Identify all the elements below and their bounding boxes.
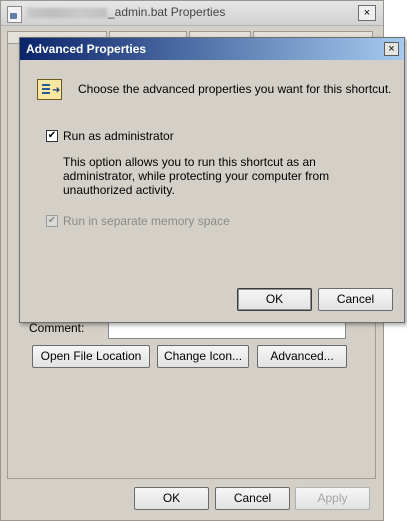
dialog-prompt: Choose the advanced properties you want … <box>78 82 392 96</box>
properties-ok-button[interactable]: OK <box>134 487 209 510</box>
dialog-close-button[interactable]: × <box>384 42 399 56</box>
run-as-admin-label[interactable]: Run as administrator <box>63 129 174 143</box>
comment-label: Comment: <box>29 321 85 335</box>
separate-memory-checkbox: ✔ <box>46 215 58 227</box>
separate-memory-label: Run in separate memory space <box>63 214 230 228</box>
properties-title: _admin.bat Properties <box>27 5 225 19</box>
run-as-admin-description: This option allows you to run this short… <box>63 155 330 197</box>
dialog-cancel-button[interactable]: Cancel <box>318 288 393 311</box>
properties-close-button[interactable]: × <box>358 5 376 21</box>
run-as-admin-checkbox[interactable]: ✔ <box>46 130 58 142</box>
open-file-location-button[interactable]: Open File Location <box>32 345 150 368</box>
shortcut-properties-icon: ➜ <box>37 79 62 100</box>
dialog-titlebar: Advanced Properties × <box>20 38 404 60</box>
advanced-button[interactable]: Advanced... <box>257 345 347 368</box>
comment-input[interactable] <box>108 321 346 339</box>
properties-cancel-button[interactable]: Cancel <box>215 487 290 510</box>
advanced-properties-dialog: Advanced Properties × ➜ Choose the advan… <box>19 37 405 323</box>
properties-apply-button[interactable]: Apply <box>295 487 370 510</box>
properties-titlebar: _admin.bat Properties × <box>1 1 383 26</box>
change-icon-button[interactable]: Change Icon... <box>157 345 249 368</box>
batch-file-icon <box>7 6 22 23</box>
dialog-ok-button[interactable]: OK <box>237 288 312 311</box>
dialog-title: Advanced Properties <box>26 42 147 56</box>
